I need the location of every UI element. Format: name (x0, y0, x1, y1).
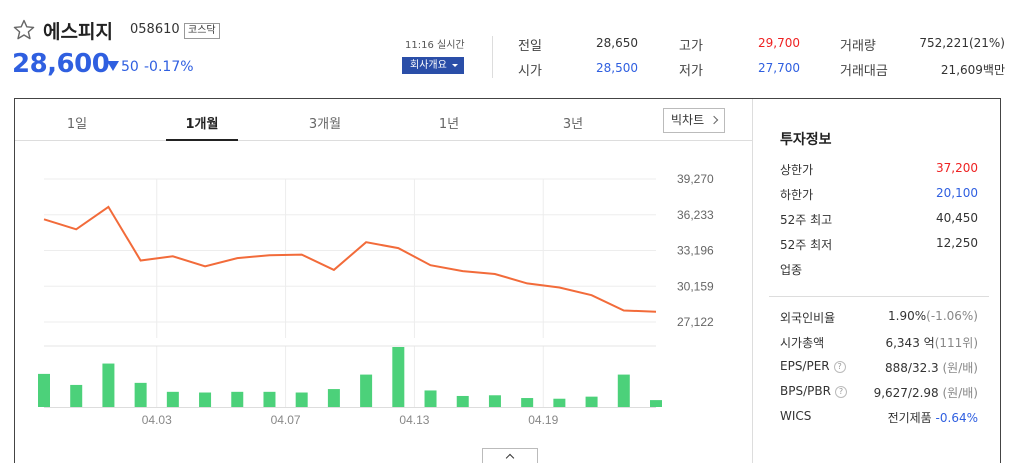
sector-label: 업종 (780, 263, 803, 277)
volume-bar (199, 392, 212, 407)
bigchart-label: 빅차트 (671, 113, 705, 127)
tab-3year[interactable]: 3년 (537, 113, 609, 132)
low-label: 저가 (679, 64, 703, 79)
volume-bar (553, 398, 566, 407)
high-label: 고가 (679, 39, 703, 54)
bigchart-button[interactable]: 빅차트 (663, 108, 725, 133)
y-tick-label: 33,196 (677, 244, 714, 258)
volume-bar (360, 374, 373, 407)
y-axis-ticks: 39,270 36,233 33,196 30,159 27,122 (677, 172, 714, 329)
volume-bar (38, 373, 50, 407)
volume-bar (392, 347, 405, 407)
chart-panel: 1일 1개월 3개월 1년 3년 빅차트 39,270 36,233 33,196 3… (14, 98, 1001, 463)
eps-per-value: 888/32.3 (원/배) (885, 361, 978, 375)
high-value: 29,700 (758, 36, 800, 50)
volume-bar (327, 389, 340, 407)
wics-value[interactable]: 전기제품 -0.64% (888, 409, 978, 426)
invest-info-title: 투자정보 (780, 132, 832, 148)
market-badge: 코스닥 (184, 23, 220, 39)
help-icon[interactable]: ? (834, 386, 847, 398)
volume-bar (102, 363, 115, 407)
y-tick-label: 36,233 (677, 208, 714, 222)
caret-down-icon (452, 64, 458, 67)
volume-bar (521, 398, 534, 407)
divider (492, 36, 493, 78)
volume-bar (488, 395, 501, 407)
market-cap-label: 시가총액 (780, 336, 825, 350)
foreign-ratio-label: 외국인비율 (780, 311, 836, 325)
bps-pbr-value: 9,627/2.98 (원/배) (873, 386, 978, 400)
eps-per-label: EPS/PER? (780, 359, 846, 373)
stock-header: 에스피지 058610 코스닥 28,600 50 -0.17% 11:16 실… (0, 0, 1015, 96)
amount-label: 거래대금 (840, 64, 888, 79)
stock-code: 058610 (130, 22, 180, 37)
52w-high-value: 40,450 (936, 211, 978, 225)
star-icon[interactable] (12, 18, 36, 42)
lower-limit-label: 하한가 (780, 188, 814, 202)
volume-bar (263, 391, 276, 407)
chart-grid (44, 178, 656, 408)
volume-value: 752,221(21%) (919, 36, 1005, 50)
tab-1day[interactable]: 1일 (41, 113, 113, 132)
help-icon[interactable]: ? (833, 361, 846, 373)
low-value: 27,700 (758, 61, 800, 75)
wics-label: WICS (780, 409, 812, 423)
tab-1month[interactable]: 1개월 (166, 113, 238, 132)
market-cap-value: 6,343 억(111위) (885, 336, 978, 350)
lower-limit-value: 20,100 (936, 186, 978, 200)
down-triangle-icon (107, 61, 119, 71)
volume-bar (295, 392, 308, 407)
x-tick-label: 04.03 (142, 413, 172, 427)
prev-close-label: 전일 (518, 39, 542, 54)
foreign-ratio-value: 1.90%(-1.06%) (888, 309, 978, 323)
52w-high-label: 52주 최고 (780, 213, 833, 227)
prev-close-value: 28,650 (596, 36, 638, 50)
company-overview-label: 회사개요 (410, 60, 447, 71)
x-axis-labels: 04.03 04.07 04.13 04.19 (142, 413, 559, 427)
company-overview-button[interactable]: 회사개요 (402, 57, 464, 74)
volume-bar (456, 395, 469, 407)
tab-1year[interactable]: 1년 (413, 113, 485, 132)
52w-low-label: 52주 최저 (780, 238, 833, 252)
bps-pbr-label: BPS/PBR? (780, 384, 847, 398)
price-chart[interactable]: 39,27036,23333,19630,15927,122 04.03 04.0… (15, 142, 752, 463)
x-tick-label: 04.07 (271, 413, 301, 427)
52w-low-value: 12,250 (936, 236, 978, 250)
active-tab-underline (166, 139, 238, 141)
y-tick-label: 27,122 (677, 315, 714, 329)
open-value: 28,500 (596, 61, 638, 75)
volume-bar (585, 396, 598, 407)
realtime-label: 11:16 실시간 (405, 40, 465, 51)
price-line (43, 205, 657, 313)
current-price: 28,600 (12, 49, 110, 79)
x-tick-label: 04.13 (399, 413, 429, 427)
tab-3month[interactable]: 3개월 (289, 113, 361, 132)
volume-bar (231, 391, 244, 407)
volume-bar (166, 391, 179, 407)
invest-info-panel: 투자정보 상한가 37,200 하한가 20,100 52주 최고 40,450… (752, 99, 1001, 463)
price-change-percent: -0.17% (144, 59, 194, 75)
stock-name: 에스피지 (43, 21, 113, 43)
volume-bar (134, 382, 147, 407)
volume-bars (38, 347, 662, 407)
amount-value: 21,609백만 (940, 63, 1005, 77)
y-tick-label: 39,270 (677, 172, 714, 186)
open-label: 시가 (518, 64, 542, 79)
price-change: 50 (121, 59, 139, 75)
chevron-right-icon (709, 115, 719, 125)
collapse-button[interactable] (482, 448, 538, 463)
volume-bar (617, 374, 630, 407)
period-tabs: 1일 1개월 3개월 1년 3년 빅차트 (15, 99, 752, 141)
volume-label: 거래량 (840, 39, 876, 54)
upper-limit-label: 상한가 (780, 163, 814, 177)
divider (769, 296, 989, 297)
volume-bar (650, 400, 662, 407)
chevron-up-icon (505, 453, 515, 463)
volume-bar (70, 384, 83, 407)
y-tick-label: 30,159 (677, 279, 714, 293)
x-tick-label: 04.19 (528, 413, 558, 427)
volume-bar (424, 390, 437, 407)
upper-limit-value: 37,200 (936, 161, 978, 175)
